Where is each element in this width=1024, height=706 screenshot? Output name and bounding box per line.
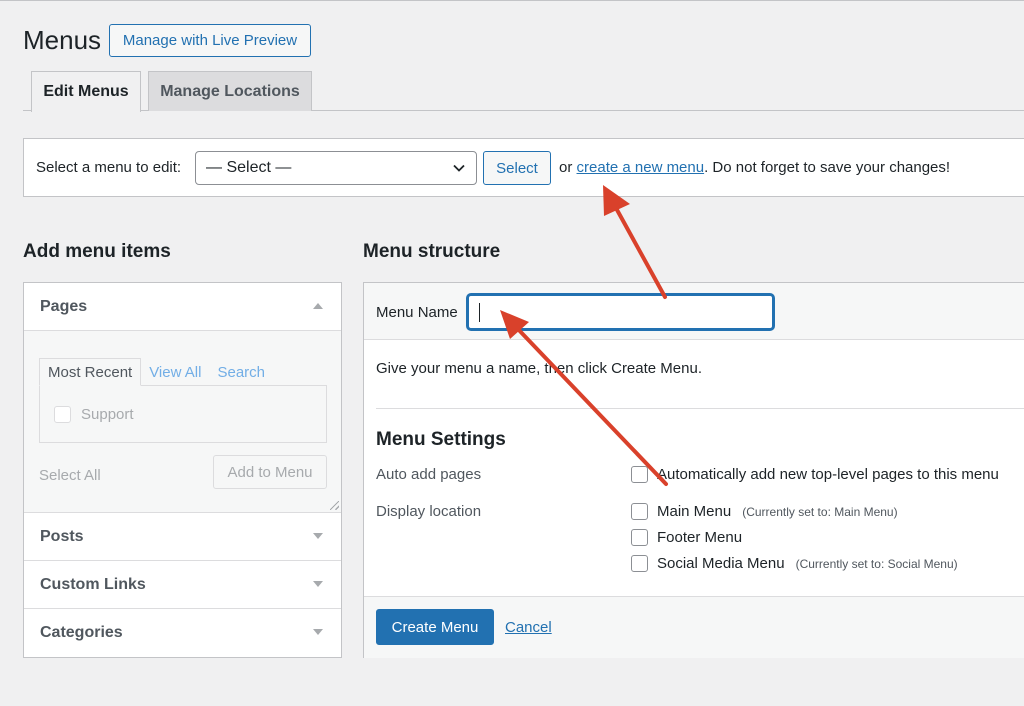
accordion-custom-links[interactable]: Custom Links	[24, 561, 341, 609]
display-location-label: Display location	[376, 503, 482, 520]
create-new-menu-link[interactable]: create a new menu	[577, 159, 705, 176]
resize-handle-icon[interactable]	[330, 501, 339, 510]
menu-settings-heading: Menu Settings	[376, 429, 506, 450]
menu-structure-panel: Menu Name Give your menu a name, then cl…	[363, 282, 1024, 658]
page-support-label: Support	[81, 406, 134, 423]
add-menu-items-panel: Pages Most Recent View All Search Suppor…	[23, 282, 342, 658]
live-preview-button[interactable]: Manage with Live Preview	[109, 24, 311, 57]
location-social-media-menu[interactable]: Social Media Menu (Currently set to: Soc…	[631, 555, 958, 572]
annotation-arrow-to-create-link	[603, 185, 667, 299]
select-button[interactable]: Select	[483, 151, 551, 185]
main-menu-label: Main Menu	[657, 503, 732, 520]
social-menu-checkbox[interactable]	[631, 555, 648, 572]
menu-name-label: Menu Name	[376, 304, 458, 321]
accordion-custom-links-label: Custom Links	[40, 575, 146, 593]
accordion-pages-label: Pages	[40, 297, 88, 315]
subtab-most-recent[interactable]: Most Recent	[39, 358, 142, 386]
menu-select-bar: Select a menu to edit: — Select — Select…	[23, 138, 1024, 197]
accordion-pages[interactable]: Pages	[24, 283, 341, 331]
select-menu-label: Select a menu to edit:	[36, 159, 182, 176]
social-menu-label: Social Media Menu	[657, 555, 785, 572]
menu-footer: Create Menu Cancel	[364, 596, 1024, 658]
page-title: Menus	[23, 25, 102, 55]
auto-add-option[interactable]: Automatically add new top-level pages to…	[631, 466, 999, 483]
menu-select-dropdown[interactable]: — Select —	[195, 151, 477, 185]
footer-menu-label: Footer Menu	[657, 529, 743, 546]
tab-edit-menus[interactable]: Edit Menus	[31, 71, 141, 112]
social-menu-note: (Currently set to: Social Menu)	[795, 556, 958, 571]
accordion-posts[interactable]: Posts	[24, 513, 341, 561]
pages-tab-panel: Support	[39, 385, 327, 443]
page-item-support[interactable]: Support	[54, 406, 134, 423]
add-to-menu-button[interactable]: Add to Menu	[213, 455, 327, 489]
auto-add-option-label: Automatically add new top-level pages to…	[657, 466, 999, 483]
arrow-down-icon	[313, 581, 323, 587]
tab-manage-locations[interactable]: Manage Locations	[148, 71, 312, 111]
create-menu-button[interactable]: Create Menu	[376, 609, 494, 645]
menu-name-header: Menu Name	[364, 283, 1024, 340]
arrow-up-icon	[313, 303, 323, 309]
pages-subtabs: Most Recent View All Search	[39, 358, 273, 386]
menu-structure-heading: Menu structure	[363, 241, 501, 262]
accordion-categories[interactable]: Categories	[24, 609, 341, 657]
select-note-suffix: . Do not forget to save your changes!	[704, 159, 951, 176]
accordion-categories-label: Categories	[40, 624, 123, 641]
main-menu-note: (Currently set to: Main Menu)	[742, 504, 898, 519]
menu-instruction: Give your menu a name, then click Create…	[376, 360, 702, 377]
auto-add-checkbox[interactable]	[631, 466, 648, 483]
select-note: or create a new menu. Do not forget to s…	[559, 159, 950, 176]
location-footer-menu[interactable]: Footer Menu	[631, 529, 742, 546]
top-border	[0, 0, 1024, 1]
page-support-checkbox[interactable]	[54, 406, 71, 423]
subtab-search[interactable]: Search	[209, 358, 273, 386]
accordion-posts-label: Posts	[40, 527, 84, 545]
chevron-down-icon	[453, 164, 465, 172]
select-note-prefix: or	[559, 159, 573, 176]
settings-divider	[376, 408, 1024, 409]
cancel-link[interactable]: Cancel	[505, 619, 552, 636]
arrow-down-icon	[313, 629, 323, 635]
add-menu-items-heading: Add menu items	[23, 241, 171, 262]
footer-menu-checkbox[interactable]	[631, 529, 648, 546]
auto-add-label: Auto add pages	[376, 466, 482, 483]
menu-select-value: — Select —	[206, 159, 292, 176]
pages-body: Most Recent View All Search Support Sele…	[24, 331, 341, 513]
subtab-view-all[interactable]: View All	[141, 358, 209, 386]
select-all-link[interactable]: Select All	[39, 467, 101, 484]
location-main-menu[interactable]: Main Menu (Currently set to: Main Menu)	[631, 503, 898, 520]
menu-name-input[interactable]	[467, 294, 774, 330]
main-menu-checkbox[interactable]	[631, 503, 648, 520]
arrow-down-icon	[313, 533, 323, 539]
text-caret	[479, 303, 480, 322]
